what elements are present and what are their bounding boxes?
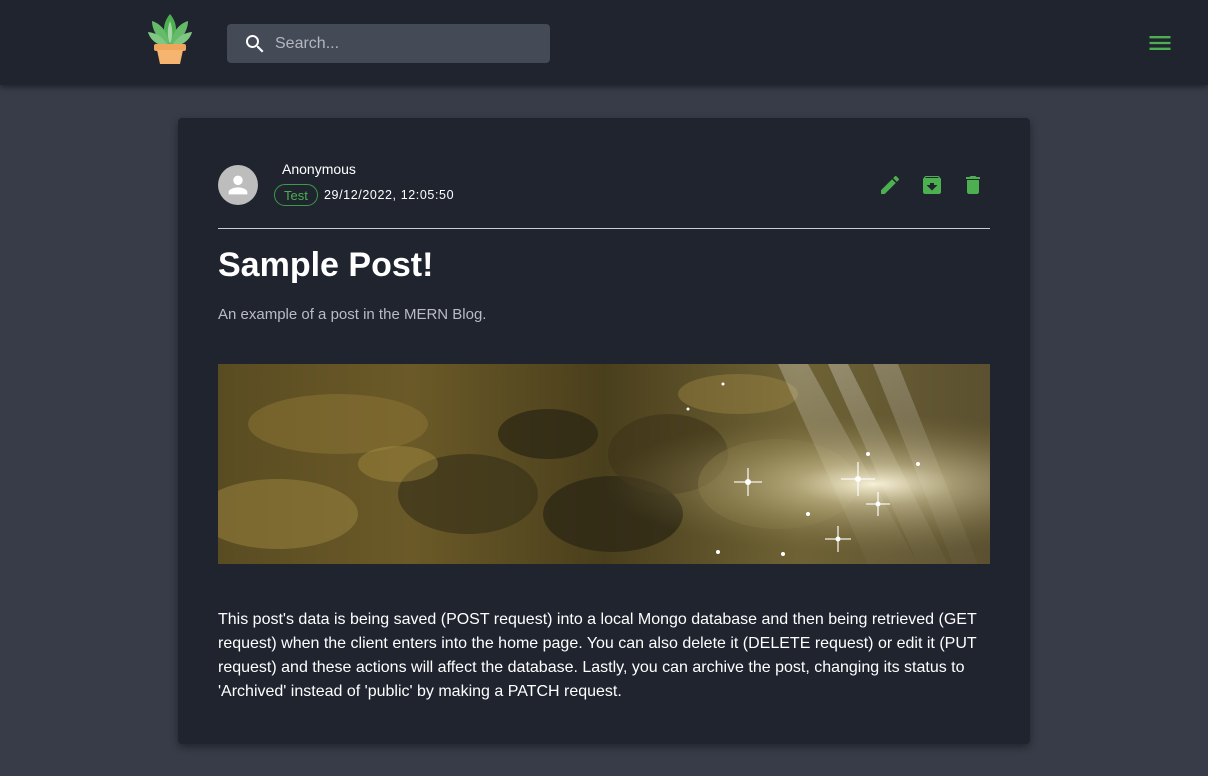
person-icon	[228, 175, 248, 195]
app-bar	[0, 0, 1208, 85]
post-title: Sample Post!	[218, 246, 434, 284]
avatar[interactable]	[218, 165, 258, 205]
post-date: 29/12/2022, 12:05:50	[324, 188, 455, 202]
potted-plant-logo-icon[interactable]	[146, 12, 194, 66]
delete-icon[interactable]	[961, 173, 985, 197]
search-input[interactable]	[275, 24, 535, 63]
header-divider	[218, 228, 990, 229]
post-card: Anonymous Test 29/12/2022, 12:05:50 Samp…	[178, 118, 1030, 744]
search-icon	[246, 35, 264, 53]
hamburger-menu-icon[interactable]	[1146, 29, 1174, 57]
post-subtitle: An example of a post in the MERN Blog.	[218, 306, 487, 323]
edit-icon[interactable]	[878, 173, 902, 197]
tag-chip[interactable]: Test	[274, 184, 318, 206]
post-body: This post's data is being saved (POST re…	[218, 611, 977, 700]
author-name: Anonymous	[282, 161, 356, 177]
post-image	[218, 364, 990, 564]
search-bar[interactable]	[227, 24, 550, 63]
archive-icon[interactable]	[920, 173, 944, 197]
